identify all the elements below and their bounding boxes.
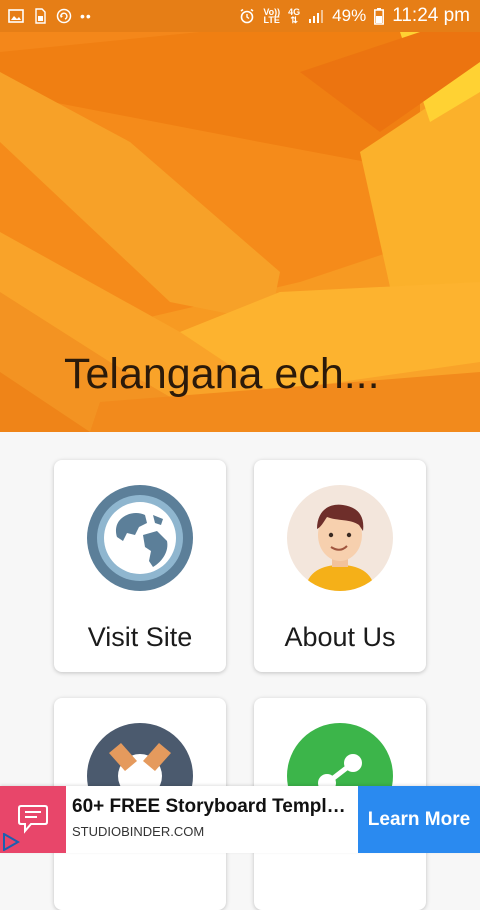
more-dots-icon: •• [80, 8, 92, 24]
network-type: 4G ⇅ [288, 7, 301, 25]
ad-domain: STUDIOBINDER.COM [72, 824, 205, 839]
clock: 11:24 pm [392, 5, 470, 26]
status-bar-left: •• [8, 8, 92, 24]
about-us-card[interactable]: About Us [254, 460, 426, 672]
battery-percent: 49% [332, 6, 367, 25]
ad-banner[interactable]: 60+ FREE Storyboard Template... STUDIOBI… [0, 786, 480, 853]
header-banner: Telangana ech... [0, 32, 480, 432]
about-us-label: About Us [284, 622, 396, 652]
ad-choices-icon[interactable] [2, 833, 20, 851]
chat-bubble-icon [18, 805, 48, 834]
volte-indicator: Vo)) LTE [263, 8, 280, 25]
status-bar: •• Vo)) LTE 4G ⇅ 49% 11:24 pm [0, 0, 480, 32]
alarm-icon [240, 8, 254, 24]
battery-icon [374, 7, 385, 25]
page-title: Telangana ech... [64, 350, 380, 398]
visit-site-card[interactable]: Visit Site [54, 460, 226, 672]
status-bar-right: Vo)) LTE 4G ⇅ 49% 11:24 pm [239, 5, 470, 27]
learn-more-button[interactable]: Learn More [358, 786, 480, 853]
gallery-icon [8, 9, 24, 23]
globe-icon [87, 485, 193, 591]
signal-icon [309, 10, 324, 23]
network-type-label: 4G [288, 7, 301, 17]
ad-icon-box [0, 786, 66, 853]
volte-bottom: LTE [263, 15, 280, 25]
recycle-icon [56, 8, 72, 24]
person-avatar-icon [287, 485, 393, 591]
ad-headline[interactable]: 60+ FREE Storyboard Template... [72, 796, 354, 818]
sim-icon [35, 8, 46, 24]
visit-site-label: Visit Site [87, 622, 193, 652]
